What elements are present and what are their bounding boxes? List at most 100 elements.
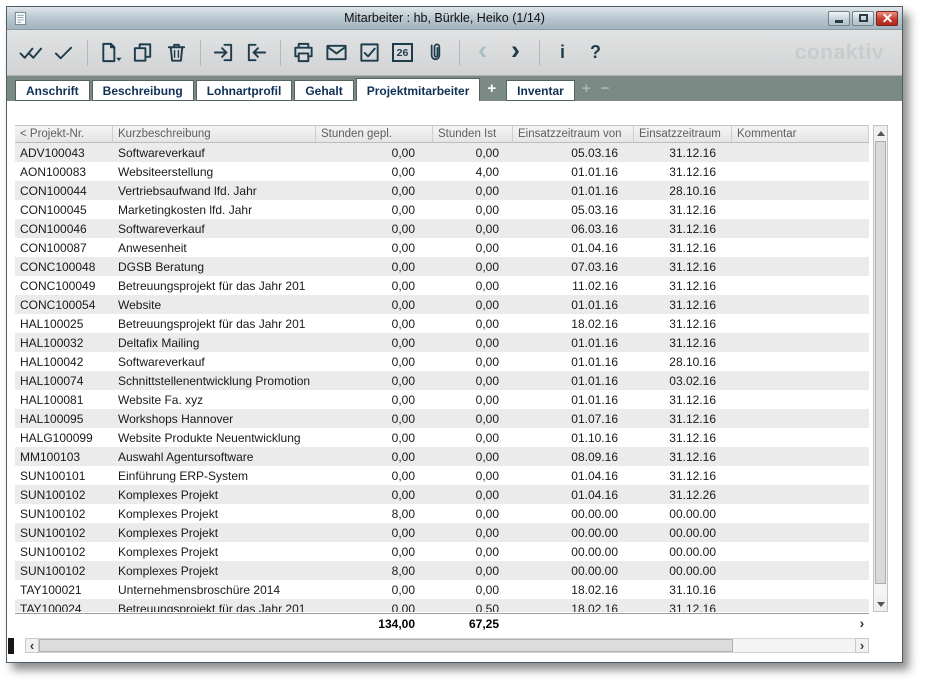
scroll-down-button[interactable] xyxy=(874,597,887,611)
table-row[interactable]: SUN100102Komplexes Projekt8,000,0000.00.… xyxy=(15,561,869,580)
table-row[interactable]: HAL100032Deltafix Mailing0,000,0001.01.1… xyxy=(15,333,869,352)
column-header[interactable]: Kommentar xyxy=(732,126,869,142)
tab-actions[interactable]: + xyxy=(482,80,504,101)
horizontal-scrollbar-track[interactable] xyxy=(39,638,855,653)
scroll-right-button[interactable]: › xyxy=(855,638,869,653)
column-header[interactable]: Stunden Ist xyxy=(433,126,513,142)
vertical-scrollbar-track[interactable] xyxy=(874,140,887,597)
maximize-button[interactable] xyxy=(852,11,874,26)
tab-projektmitarbeiter[interactable]: Projektmitarbeiter xyxy=(356,78,481,101)
tab-actions[interactable]: + − xyxy=(577,80,618,101)
table-row[interactable]: HAL100081Website Fa. xyz0,000,0001.01.16… xyxy=(15,390,869,409)
mail-icon[interactable] xyxy=(323,37,350,69)
calendar-day-label: 26 xyxy=(392,43,413,62)
info-glyph: i xyxy=(560,42,565,63)
cell: 0,00 xyxy=(433,371,513,390)
cell xyxy=(732,276,869,295)
window-controls xyxy=(828,11,898,26)
table-row[interactable]: CON100044Vertriebsaufwand lfd. Jahr0,000… xyxy=(15,181,869,200)
import-icon[interactable] xyxy=(210,37,237,69)
cell: 31.12.16 xyxy=(634,390,732,409)
tab-beschreibung[interactable]: Beschreibung xyxy=(92,80,194,101)
calendar-26-icon[interactable]: 26 xyxy=(389,37,416,69)
vertical-scrollbar-thumb[interactable] xyxy=(875,141,886,584)
cell: 0,00 xyxy=(433,238,513,257)
column-header[interactable]: Einsatzzeitraum xyxy=(634,126,732,142)
column-header[interactable]: Stunden gepl. xyxy=(316,126,433,142)
horizontal-scrollbar-thumb[interactable] xyxy=(39,639,733,652)
table-row[interactable]: SUN100102Komplexes Projekt8,000,0000.00.… xyxy=(15,504,869,523)
save-icon[interactable] xyxy=(50,37,77,69)
cell: 0,00 xyxy=(433,219,513,238)
table-row[interactable]: MM100103Auswahl Agentursoftware0,000,000… xyxy=(15,447,869,466)
cell: 01.01.16 xyxy=(513,371,634,390)
maximize-icon xyxy=(859,14,868,22)
table-row[interactable]: AON100083Websiteerstellung0,004,0001.01.… xyxy=(15,162,869,181)
toolbar-separator xyxy=(280,40,281,66)
tab-inventar[interactable]: Inventar xyxy=(506,80,575,101)
scroll-left-button[interactable]: ‹ xyxy=(25,638,39,653)
cell: 0,00 xyxy=(316,257,433,276)
cell xyxy=(732,390,869,409)
table-row[interactable]: ADV100043Softwareverkauf0,000,0005.03.16… xyxy=(15,143,869,162)
splitter-grip[interactable] xyxy=(8,638,14,654)
table-row[interactable]: TAY100024Betreuungsprojekt für das Jahr … xyxy=(15,599,869,612)
table-row[interactable]: SUN100102Komplexes Projekt0,000,0001.04.… xyxy=(15,485,869,504)
tab-gehalt[interactable]: Gehalt xyxy=(294,80,353,101)
cell xyxy=(732,181,869,200)
cell: Komplexes Projekt xyxy=(113,523,316,542)
column-header[interactable]: Kurzbeschreibung xyxy=(113,126,316,142)
column-header[interactable]: < Projekt-Nr. xyxy=(15,126,113,142)
cell: 05.03.16 xyxy=(513,200,634,219)
scroll-up-button[interactable] xyxy=(874,126,887,140)
horizontal-scrollbar[interactable]: ‹ › xyxy=(25,638,869,653)
table-row[interactable]: TAY100021Unternehmensbroschüre 20140,000… xyxy=(15,580,869,599)
save-all-icon[interactable] xyxy=(17,37,44,69)
table-row[interactable]: CON100045Marketingkosten lfd. Jahr0,000,… xyxy=(15,200,869,219)
table-row[interactable]: SUN100102Komplexes Projekt0,000,0000.00.… xyxy=(15,523,869,542)
cell xyxy=(732,257,869,276)
tab-anschrift[interactable]: Anschrift xyxy=(15,80,90,101)
duplicate-icon[interactable] xyxy=(130,37,157,69)
table-row[interactable]: HAL100042Softwareverkauf0,000,0001.01.16… xyxy=(15,352,869,371)
previous-record-icon[interactable]: ‹ xyxy=(469,37,496,69)
info-icon[interactable]: i xyxy=(549,37,576,69)
close-button[interactable] xyxy=(876,11,898,26)
help-icon[interactable]: ? xyxy=(582,37,609,69)
totals-row: 134,00 67,25 › xyxy=(15,613,869,631)
column-header[interactable]: Einsatzzeitraum von xyxy=(513,126,634,142)
titlebar[interactable]: Mitarbeiter : hb, Bürkle, Heiko (1/14) xyxy=(7,7,902,30)
tab-lohnartprofil[interactable]: Lohnartprofil xyxy=(196,80,293,101)
cell: Workshops Hannover xyxy=(113,409,316,428)
cell xyxy=(732,580,869,599)
cell xyxy=(732,504,869,523)
scroll-down-icon xyxy=(877,602,885,607)
table-row[interactable]: SUN100102Komplexes Projekt0,000,0000.00.… xyxy=(15,542,869,561)
column-scroll-right-button[interactable]: › xyxy=(855,616,869,630)
cell: 31.12.16 xyxy=(634,466,732,485)
next-record-icon[interactable]: › xyxy=(502,37,529,69)
table-row[interactable]: CONC100048DGSB Beratung0,000,0007.03.163… xyxy=(15,257,869,276)
delete-icon[interactable] xyxy=(163,37,190,69)
table-row[interactable]: CONC100054Website0,000,0001.01.1631.12.1… xyxy=(15,295,869,314)
cell: 01.04.16 xyxy=(513,238,634,257)
confirm-icon[interactable] xyxy=(356,37,383,69)
new-record-icon[interactable] xyxy=(97,37,124,69)
table-row[interactable]: HALG100099Website Produkte Neuentwicklun… xyxy=(15,428,869,447)
print-icon[interactable] xyxy=(290,37,317,69)
table-row[interactable]: HAL100025Betreuungsprojekt für das Jahr … xyxy=(15,314,869,333)
table-row[interactable]: CONC100049Betreuungsprojekt für das Jahr… xyxy=(15,276,869,295)
table-row[interactable]: SUN100101Einführung ERP-System0,000,0001… xyxy=(15,466,869,485)
cell: 31.12.16 xyxy=(634,200,732,219)
table-row[interactable]: CON100087Anwesenheit0,000,0001.04.1631.1… xyxy=(15,238,869,257)
table-row[interactable]: HAL100095Workshops Hannover0,000,0001.07… xyxy=(15,409,869,428)
cell: 0,00 xyxy=(316,542,433,561)
cell: 01.07.16 xyxy=(513,409,634,428)
export-icon[interactable] xyxy=(243,37,270,69)
attachment-icon[interactable] xyxy=(422,37,449,69)
table-row[interactable]: HAL100074Schnittstellenentwicklung Promo… xyxy=(15,371,869,390)
table-row[interactable]: CON100046Softwareverkauf0,000,0006.03.16… xyxy=(15,219,869,238)
cell: 03.02.16 xyxy=(634,371,732,390)
vertical-scrollbar[interactable] xyxy=(873,125,888,612)
minimize-button[interactable] xyxy=(828,11,850,26)
